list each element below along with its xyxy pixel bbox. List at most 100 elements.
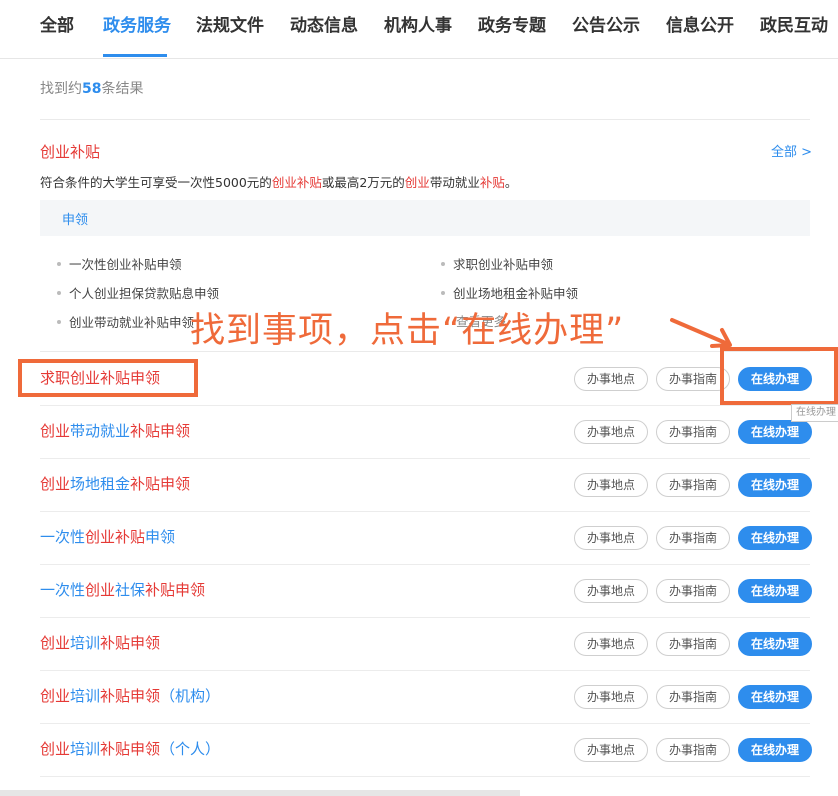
table-row: 创业场地租金补贴申领 办事地点 办事指南 在线办理 <box>40 459 812 512</box>
result-prefix: 找到约 <box>40 81 82 97</box>
row-title-segment: 补贴申领 <box>100 687 161 705</box>
row-title-segment: （个人） <box>160 740 221 758</box>
guide-button[interactable]: 办事指南 <box>656 473 730 497</box>
guide-button[interactable]: 办事指南 <box>656 526 730 550</box>
tab-announcements[interactable]: 公告公示 <box>572 14 640 38</box>
location-button[interactable]: 办事地点 <box>574 420 648 444</box>
row-title-segment: 创业 <box>40 422 71 440</box>
desc-text: 。 <box>504 175 518 190</box>
desc-highlight: 补贴 <box>479 175 505 190</box>
tooltip: 在线办理 <box>791 404 838 422</box>
desc-highlight: 创业补贴 <box>271 175 322 190</box>
row-title-segment: 申领 <box>145 528 176 546</box>
apply-section-header: 申领 <box>40 200 810 236</box>
online-handle-button[interactable]: 在线办理 <box>738 685 812 709</box>
view-all-link[interactable]: 全部 > <box>771 141 812 160</box>
row-title-segment: 社保 <box>115 581 146 599</box>
sub-item-link[interactable]: 一次性创业补贴申领 <box>57 254 182 273</box>
row-title-segment: 培训 <box>70 687 101 705</box>
sub-item-link[interactable]: 个人创业担保贷款贴息申领 <box>57 283 219 302</box>
desc-highlight: 创业 <box>404 175 430 190</box>
desc-text: 或最高2万元的 <box>321 175 405 190</box>
row-title-link[interactable]: 一次性创业补贴申领 <box>40 526 175 547</box>
table-row: 创业带动就业补贴申领 办事地点 办事指南 在线办理 <box>40 406 812 459</box>
row-title-segment: 创业 <box>40 740 71 758</box>
active-tab-indicator <box>103 54 167 57</box>
result-number: 58 <box>82 81 102 97</box>
location-button[interactable]: 办事地点 <box>574 526 648 550</box>
row-title-segment: 培训 <box>70 740 101 758</box>
row-title-segment: 补贴申领 <box>100 740 161 758</box>
online-handle-button[interactable]: 在线办理 <box>738 420 812 444</box>
desc-text: 带动就业 <box>429 175 480 190</box>
row-title-segment: 补贴申领 <box>100 634 161 652</box>
apply-label[interactable]: 申领 <box>62 209 88 228</box>
location-button[interactable]: 办事地点 <box>574 579 648 603</box>
guide-button[interactable]: 办事指南 <box>656 685 730 709</box>
row-title-link[interactable]: 一次性创业社保补贴申领 <box>40 579 205 600</box>
tab-interaction[interactable]: 政民互动 <box>760 14 828 38</box>
guide-button[interactable]: 办事指南 <box>656 738 730 762</box>
row-title-segment: 创业 <box>40 687 71 705</box>
table-row: 创业培训补贴申领（机构） 办事地点 办事指南 在线办理 <box>40 671 812 724</box>
annotation-box-online-button <box>720 347 838 405</box>
tab-info-disclosure[interactable]: 信息公开 <box>666 14 734 38</box>
row-divider <box>40 776 810 777</box>
service-description: 符合条件的大学生可享受一次性5000元的创业补贴或最高2万元的创业带动就业补贴。 <box>40 172 517 191</box>
row-title-segment: （机构） <box>160 687 221 705</box>
tab-personnel[interactable]: 机构人事 <box>384 14 452 38</box>
table-row: 创业培训补贴申领 办事地点 办事指南 在线办理 <box>40 618 812 671</box>
top-nav: 全部 政务服务 法规文件 动态信息 机构人事 政务专题 公告公示 信息公开 政民… <box>0 0 838 59</box>
sub-item-link[interactable]: 创业带动就业补贴申领 <box>57 312 194 331</box>
table-row: 一次性创业社保补贴申领 办事地点 办事指南 在线办理 <box>40 565 812 618</box>
service-title[interactable]: 创业补贴 <box>40 141 100 162</box>
tab-gov-services[interactable]: 政务服务 <box>103 14 171 38</box>
row-title-link[interactable]: 创业培训补贴申领（个人） <box>40 738 220 759</box>
row-title-segment: 创业 <box>40 634 71 652</box>
online-handle-button[interactable]: 在线办理 <box>738 632 812 656</box>
row-title-segment: 培训 <box>70 634 101 652</box>
row-title-segment: 创业补贴 <box>85 528 146 546</box>
row-title-segment: 创业 <box>85 581 116 599</box>
tab-regulations[interactable]: 法规文件 <box>196 14 264 38</box>
online-handle-button[interactable]: 在线办理 <box>738 579 812 603</box>
location-button[interactable]: 办事地点 <box>574 685 648 709</box>
row-title-segment: 一次性 <box>40 528 86 546</box>
sub-item-link[interactable]: 求职创业补贴申领 <box>441 254 553 273</box>
sub-item-link[interactable]: 创业场地租金补贴申领 <box>441 283 578 302</box>
guide-button[interactable]: 办事指南 <box>656 367 730 391</box>
row-title-segment: 场地租金 <box>70 475 131 493</box>
guide-button[interactable]: 办事指南 <box>656 420 730 444</box>
location-button[interactable]: 办事地点 <box>574 473 648 497</box>
annotation-box-title <box>18 359 198 397</box>
row-title-segment: 带动就业 <box>70 422 131 440</box>
row-title-segment: 创业 <box>40 475 71 493</box>
row-title-link[interactable]: 创业场地租金补贴申领 <box>40 473 190 494</box>
result-count: 找到约58条结果 <box>40 78 143 98</box>
row-title-segment: 补贴申领 <box>145 581 206 599</box>
tab-news[interactable]: 动态信息 <box>290 14 358 38</box>
guide-button[interactable]: 办事指南 <box>656 579 730 603</box>
divider <box>40 119 810 120</box>
horizontal-scrollbar[interactable] <box>0 790 520 796</box>
location-button[interactable]: 办事地点 <box>574 738 648 762</box>
location-button[interactable]: 办事地点 <box>574 367 648 391</box>
guide-button[interactable]: 办事指南 <box>656 632 730 656</box>
table-row: 一次性创业补贴申领 办事地点 办事指南 在线办理 <box>40 512 812 565</box>
row-title-segment: 补贴申领 <box>130 475 191 493</box>
online-handle-button[interactable]: 在线办理 <box>738 738 812 762</box>
annotation-text: 找到事项，点击“在线办理” <box>190 311 625 351</box>
location-button[interactable]: 办事地点 <box>574 632 648 656</box>
result-suffix: 条结果 <box>101 81 144 97</box>
tab-all[interactable]: 全部 <box>40 14 74 38</box>
row-title-segment: 补贴申领 <box>130 422 191 440</box>
row-title-link[interactable]: 创业带动就业补贴申领 <box>40 420 190 441</box>
row-title-segment: 一次性 <box>40 581 86 599</box>
desc-text: 符合条件的大学生可享受一次性5000元的 <box>40 175 272 190</box>
online-handle-button[interactable]: 在线办理 <box>738 473 812 497</box>
online-handle-button[interactable]: 在线办理 <box>738 526 812 550</box>
row-title-link[interactable]: 创业培训补贴申领（机构） <box>40 685 220 706</box>
tab-topics[interactable]: 政务专题 <box>478 14 546 38</box>
row-title-link[interactable]: 创业培训补贴申领 <box>40 632 160 653</box>
table-row: 创业培训补贴申领（个人） 办事地点 办事指南 在线办理 <box>40 724 812 777</box>
